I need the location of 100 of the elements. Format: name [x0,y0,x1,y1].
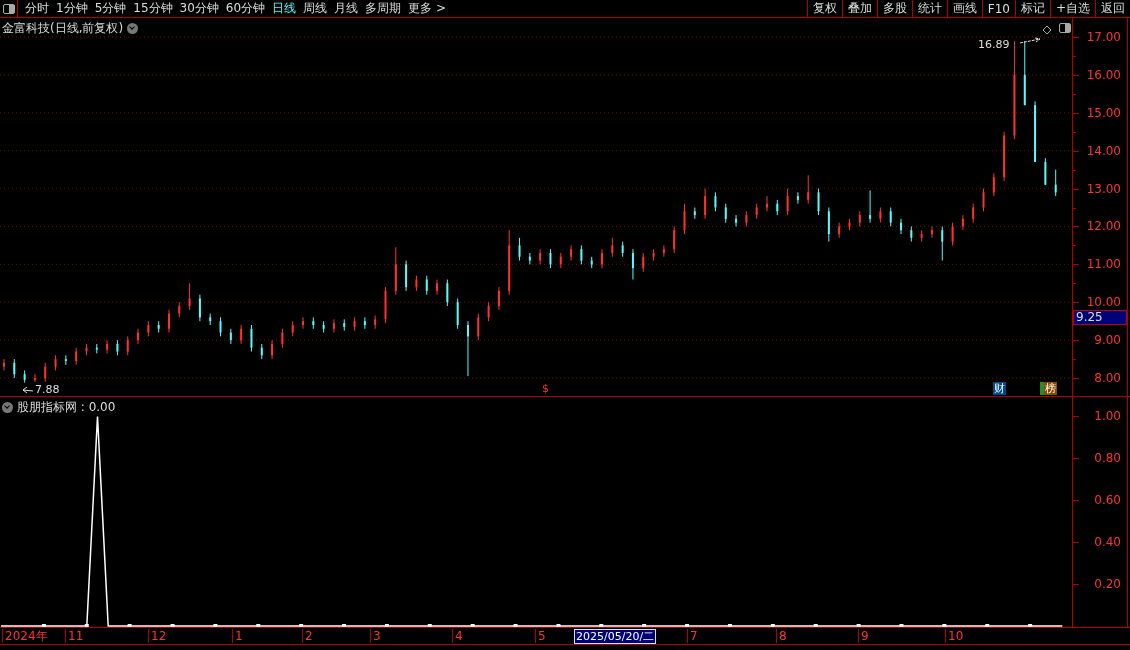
point-marker [342,624,347,627]
point-marker [685,624,690,627]
candlestick [405,260,408,292]
candlestick [374,315,377,330]
period-tab[interactable]: 1分钟 [56,0,88,17]
date-label: 8 [776,629,787,643]
candlestick [693,207,696,220]
candlestick [714,191,717,212]
candlestick [54,354,57,371]
candlestick [631,248,634,280]
candlestick [178,301,181,318]
candlestick [363,316,366,330]
diamond-icon[interactable] [1042,25,1052,35]
axis-label: 1.00 [1094,409,1121,424]
point-marker [213,624,218,627]
point-marker [299,624,304,627]
period-tab[interactable]: 多周期 [365,0,402,17]
period-tab[interactable]: 分时 [25,0,49,17]
candlestick [621,241,624,258]
dropdown-icon[interactable] [127,23,139,34]
point-marker [84,624,89,627]
event-marker[interactable]: 财 [993,382,1006,395]
axis-label: 15.00 [1086,105,1121,120]
candlestick [518,237,521,262]
date-label: 7 [687,629,698,643]
candlestick [64,354,67,366]
candlestick [394,246,397,296]
candlestick [332,318,335,334]
dropdown-icon[interactable] [2,402,13,413]
event-marker[interactable]: 榜 [1040,382,1057,395]
period-tab[interactable]: 60分钟 [225,0,266,17]
period-tab[interactable]: 周线 [303,0,328,17]
panel-toggle-icon[interactable] [1058,22,1072,34]
candlestick [590,256,593,269]
candlestick [745,210,748,227]
candlestick [446,279,449,307]
point-marker [899,624,904,627]
date-label: 12 [148,629,167,643]
candlestick [260,343,263,360]
candlestick [528,252,531,265]
candlestick [858,210,861,227]
axis-label: 16.00 [1086,67,1121,82]
candlestick [724,203,727,224]
candlestick [116,339,119,356]
axis-label: 13.00 [1086,181,1121,196]
candlestick [601,248,603,269]
candlestick [13,358,16,379]
candlestick [147,320,150,337]
candlestick [33,373,36,383]
candlestick [642,252,645,273]
candlestick [652,248,655,262]
candlestick [1034,100,1037,163]
candlestick [312,316,315,330]
period-tab[interactable]: 5分钟 [94,0,127,17]
candlestick [776,199,779,216]
candlestick [755,203,758,220]
candlestick [1003,131,1006,182]
point-marker [770,624,775,627]
low-price-label: 7.88 [35,383,60,396]
panel-toggle-icon[interactable] [0,0,18,17]
high-price-label: 16.89 [978,38,1010,51]
candlestick [508,229,511,296]
candlestick [951,222,954,246]
candlestick [848,218,851,231]
candlestick [219,316,222,337]
date-label: 3 [370,629,381,643]
candlestick [683,203,686,235]
price-tag: 9.25 [1073,310,1127,325]
candlestick [879,207,882,224]
axis-label: 11.00 [1086,257,1121,272]
date-label: 2 [302,629,313,643]
date-label: 10 [945,629,964,643]
candlestick [662,244,665,258]
point-marker [427,624,432,627]
period-tab[interactable]: 15分钟 [133,0,173,17]
chart-title: 金富科技(日线,前复权) [2,20,124,37]
period-tab[interactable]: 月线 [334,0,359,17]
candlestick [497,286,500,311]
candlestick [827,207,830,243]
period-tab[interactable]: 更多 > [408,0,446,17]
axis-label: 0.80 [1094,451,1121,466]
candlestick [229,328,232,345]
candlestick [240,324,243,345]
candlestick [549,248,552,269]
candlestick [570,244,573,262]
point-marker [470,624,475,627]
candlestick [796,191,799,205]
candlestick [209,313,212,326]
candlestick [920,229,923,243]
period-tab[interactable]: 30分钟 [179,0,219,17]
candlestick [188,282,191,311]
candlestick [477,313,480,341]
indicator-title: 股朋指标网 : 0.00 [17,399,116,416]
event-marker[interactable]: $ [541,382,550,395]
period-tab[interactable]: 日线 [272,0,297,17]
candlestick [322,320,325,334]
candlestick [456,297,459,330]
candlestick [23,369,26,384]
axis-label: 17.00 [1086,29,1121,44]
candlestick [44,362,47,383]
